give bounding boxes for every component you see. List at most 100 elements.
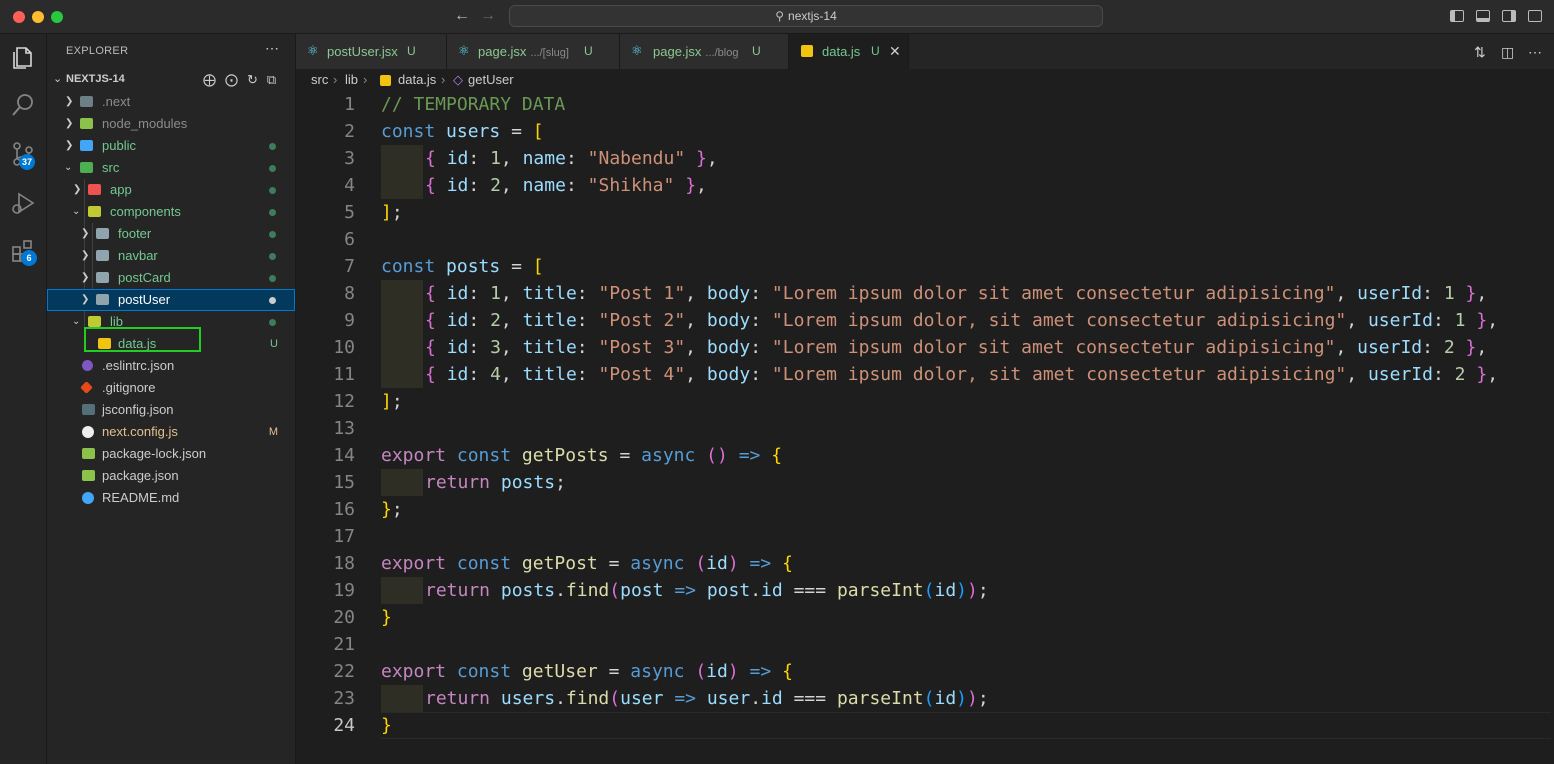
tree-item-node-modules[interactable]: ❯ node_modules (47, 113, 295, 135)
javascript-file-icon (801, 45, 813, 57)
code-comment: // TEMPORARY DATA (381, 94, 566, 115)
modified-dot (269, 209, 276, 216)
explorer-title: EXPLORER (66, 45, 129, 57)
line-number: 22 (333, 661, 355, 682)
tree-item-gitignore[interactable]: .gitignore (47, 377, 295, 399)
git-icon (80, 381, 93, 394)
explorer-sidebar: EXPLORER ⋯ ⌄ NEXTJS-14 ⨁⨀↻⧉ ❯ .next ❯ no… (47, 34, 296, 764)
tree-item-next[interactable]: ❯ .next (47, 91, 295, 113)
modified-dot (269, 319, 276, 326)
code-string: "Post 4" (598, 364, 686, 385)
javascript-file-icon (380, 75, 391, 86)
workspace-root[interactable]: ⌄ NEXTJS-14 ⨁⨀↻⧉ (47, 69, 295, 91)
tree-item-label: package-lock.json (102, 446, 207, 461)
tree-item-components[interactable]: ⌄ components (47, 201, 295, 223)
search-icon[interactable] (9, 91, 37, 119)
folder-node-icon (80, 118, 93, 129)
tab-page-jsx-slug[interactable]: ⚛ page.jsx .../[slug] U (447, 34, 620, 69)
run-debug-icon[interactable] (9, 189, 37, 217)
tree-item-postuser[interactable]: ❯ postUser (47, 289, 295, 311)
tree-item-public[interactable]: ❯ public (47, 135, 295, 157)
breadcrumb-item[interactable]: data.js (398, 69, 436, 91)
explorer-actions[interactable]: ⨁⨀↻⧉ (203, 72, 285, 88)
line-number: 23 (333, 688, 355, 709)
line-number: 4 (344, 175, 355, 196)
eslint-icon (82, 360, 93, 371)
split-editor-icon[interactable]: ◫ (1501, 44, 1514, 61)
breadcrumb-item[interactable]: lib (345, 69, 358, 91)
tree-item-eslintrc[interactable]: .eslintrc.json (47, 355, 295, 377)
tree-item-next-config[interactable]: next.config.js M (47, 421, 295, 443)
tab-label: page.jsx (653, 44, 702, 59)
chevron-down-icon: ⌄ (64, 162, 73, 173)
chevron-right-icon: ❯ (73, 184, 82, 195)
toggle-sidebar-icon[interactable] (1450, 10, 1464, 22)
forward-arrow-icon[interactable]: → (480, 7, 496, 25)
tree-item-src[interactable]: ⌄ src (47, 157, 295, 179)
toggle-secondary-sidebar-icon[interactable] (1502, 10, 1516, 22)
line-number: 5 (344, 202, 355, 223)
chevron-right-icon: ❯ (81, 228, 90, 239)
more-actions-icon[interactable]: ⋯ (1528, 44, 1542, 61)
react-icon: ⚛ (631, 43, 643, 58)
code-string: "Lorem ipsum dolor, sit amet consectetur… (771, 364, 1347, 385)
tab-data-js[interactable]: data.js U ✕ (789, 34, 909, 69)
folder-app-icon (88, 184, 101, 195)
line-number: 11 (333, 364, 355, 385)
breadcrumb-item[interactable]: src (311, 69, 328, 91)
explorer-icon[interactable] (9, 44, 37, 72)
close-window-button[interactable] (13, 11, 25, 23)
tab-status: U (871, 44, 880, 58)
line-number: 24 (333, 715, 355, 736)
tree-item-readme[interactable]: README.md (47, 487, 295, 509)
code-editor[interactable]: 1// TEMPORARY DATA 2 const users = [ 3{ i… (296, 91, 1554, 764)
tree-item-label: postUser (118, 292, 171, 307)
code-number: 1 (490, 148, 501, 169)
chevron-down-icon: ⌄ (72, 316, 81, 327)
more-actions-icon[interactable]: ⋯ (265, 40, 279, 57)
code-number: 2 (1443, 337, 1455, 358)
tree-item-label: postCard (118, 270, 171, 285)
code-string: "Lorem ipsum dolor sit amet consectetur … (771, 337, 1336, 358)
minimize-window-button[interactable] (32, 11, 44, 23)
tab-postuser-jsx[interactable]: ⚛ postUser.jsx U (296, 34, 447, 69)
open-changes-icon[interactable]: ⇅ (1474, 44, 1486, 61)
line-number: 2 (344, 121, 355, 142)
git-status: M (268, 426, 278, 438)
tree-item-app[interactable]: ❯ app (47, 179, 295, 201)
line-number: 20 (333, 607, 355, 628)
tree-item-label: README.md (102, 490, 180, 505)
tree-item-package-json[interactable]: package.json (47, 465, 295, 487)
command-center-search[interactable]: ⚲ nextjs-14 (509, 5, 1103, 27)
back-arrow-icon[interactable]: ← (454, 7, 470, 25)
chevron-right-icon: ❯ (65, 140, 74, 151)
tab-description: .../blog (705, 47, 739, 59)
line-number: 15 (333, 472, 355, 493)
tree-item-package-lock[interactable]: package-lock.json (47, 443, 295, 465)
toggle-panel-icon[interactable] (1476, 10, 1490, 22)
tree-item-jsconfig[interactable]: jsconfig.json (47, 399, 295, 421)
line-number: 6 (344, 229, 355, 250)
nodejs-icon (82, 448, 95, 459)
code-string: "Shikha" (587, 175, 675, 196)
tree-item-navbar[interactable]: ❯ navbar (47, 245, 295, 267)
tab-page-jsx-blog[interactable]: ⚛ page.jsx .../blog U (620, 34, 789, 69)
variable-icon: ◇ (453, 72, 463, 87)
breadcrumb-item[interactable]: getUser (468, 69, 514, 91)
line-number: 17 (333, 526, 355, 547)
close-tab-icon[interactable]: ✕ (889, 34, 901, 69)
code-string: "Post 3" (598, 337, 686, 358)
tree-item-postcard[interactable]: ❯ postCard (47, 267, 295, 289)
json-config-icon (82, 404, 95, 415)
folder-icon (96, 294, 109, 305)
tree-item-footer[interactable]: ❯ footer (47, 223, 295, 245)
line-number: 21 (333, 634, 355, 655)
chevron-right-icon: ❯ (81, 294, 90, 305)
tree-item-label: node_modules (102, 116, 188, 131)
zoom-window-button[interactable] (51, 11, 63, 23)
folder-icon (96, 250, 109, 261)
customize-layout-icon[interactable] (1528, 10, 1542, 22)
chevron-right-icon: › (441, 72, 446, 87)
tree-item-label: footer (118, 226, 152, 241)
highlight-annotation-box (84, 327, 201, 352)
